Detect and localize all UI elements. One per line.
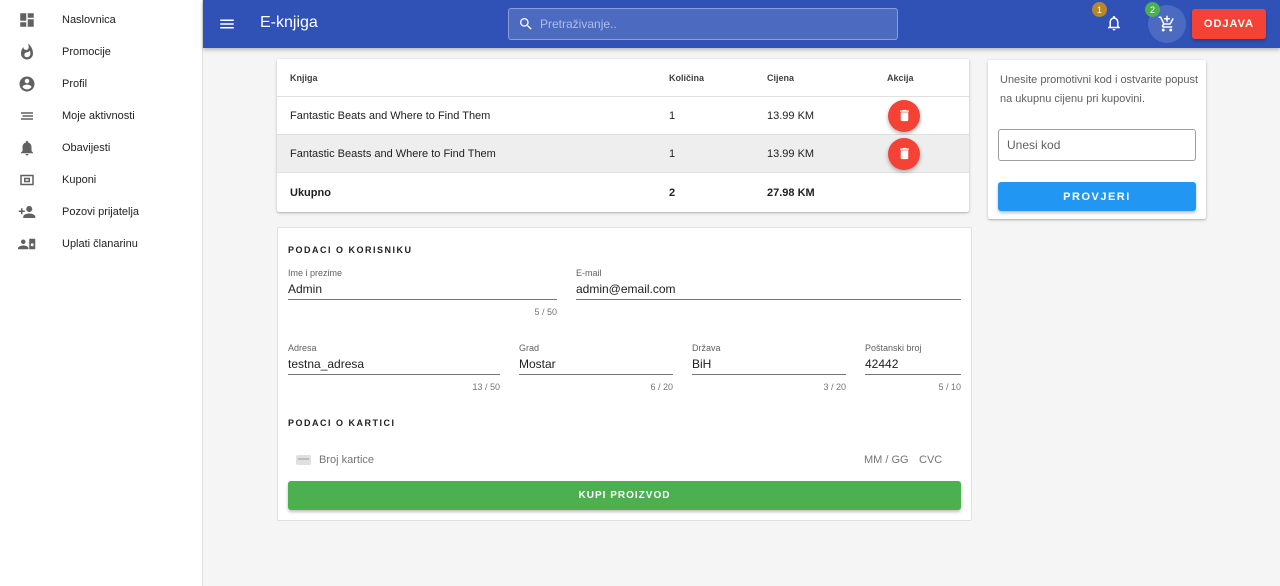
logout-button[interactable]: ODJAVA (1192, 9, 1266, 39)
book-title: Fantastic Beasts and Where to Find Them (290, 147, 496, 160)
book-price: 13.99 KM (767, 147, 815, 160)
column-header-quantity: Količina (669, 72, 705, 83)
bell-outline-icon (1108, 15, 1120, 31)
activity-list-icon (18, 107, 36, 125)
sidebar-item-profil[interactable]: Profil (0, 68, 202, 100)
country-field: Država 3 / 20 (692, 343, 846, 393)
promo-description: Unesite promotivni kod i ostvarite popus… (1000, 74, 1199, 105)
sidebar-item-label: Uplati članarinu (62, 238, 138, 250)
app-title: E-knjiga (260, 14, 318, 31)
postal-code-field: Poštanski broj 5 / 10 (865, 343, 961, 393)
sidebar-item-label: Kuponi (62, 174, 97, 186)
email-field: E-mail (576, 268, 961, 318)
table-row: Fantastic Beats and Where to Find Them 1… (277, 97, 969, 135)
address-field: Adresa 13 / 50 (288, 343, 500, 393)
sidebar-item-kuponi[interactable]: Kuponi (0, 164, 202, 196)
sidebar-item-label: Profil (62, 78, 88, 90)
bell-icon (18, 139, 36, 157)
delete-button[interactable] (888, 137, 920, 170)
city-input[interactable] (519, 353, 673, 375)
card-number-input[interactable] (319, 454, 619, 466)
search-bar[interactable] (508, 8, 898, 40)
sidebar-item-uplati-clanarinu[interactable]: Uplati članarinu (0, 228, 202, 260)
sidebar-item-pozovi-prijatelja[interactable]: Pozovi prijatelja (0, 196, 202, 228)
account-circle-icon (18, 75, 36, 93)
address-label: Adresa (288, 343, 317, 353)
postal-code-label: Poštanski broj (865, 343, 922, 353)
book-price: 13.99 KM (767, 109, 815, 122)
country-input[interactable] (692, 353, 846, 375)
promo-code-card: Unesite promotivni kod i ostvarite popus… (988, 60, 1206, 219)
city-field: Grad 6 / 20 (519, 343, 673, 393)
user-section-title: PODACI O KORISNIKU (288, 245, 413, 255)
name-field: Ime i prezime 5 / 50 (288, 268, 557, 318)
fire-icon (18, 43, 36, 61)
credit-card-icon (296, 455, 311, 465)
name-input[interactable] (288, 278, 557, 300)
name-counter: 5 / 50 (534, 307, 557, 317)
add-person-icon (18, 203, 36, 221)
cart-badge: 2 (1145, 2, 1160, 17)
email-input[interactable] (576, 278, 961, 300)
top-app-bar: E-knjiga 1 2 ODJAVA (203, 0, 1280, 48)
country-label: Država (692, 343, 721, 353)
sidebar-item-label: Naslovnica (62, 14, 116, 26)
address-input[interactable] (288, 353, 500, 375)
total-row: Ukupno 2 27.98 KM (277, 173, 969, 212)
table-header: Knjiga Količina Cijena Akcija (277, 59, 969, 97)
column-header-action: Akcija (887, 72, 914, 83)
sidebar-item-label: Obavijesti (62, 142, 111, 154)
book-title: Fantastic Beats and Where to Find Them (290, 109, 491, 122)
card-section-title: PODACI O KARTICI (288, 418, 396, 428)
promo-code-input[interactable] (998, 129, 1196, 161)
notifications-badge: 1 (1092, 2, 1107, 17)
sidebar-item-label: Promocije (62, 46, 111, 58)
notifications-button[interactable] (1105, 14, 1125, 34)
coupon-icon (18, 171, 36, 189)
menu-icon[interactable] (217, 13, 237, 35)
email-label: E-mail (576, 268, 602, 278)
total-price: 27.98 KM (767, 186, 815, 199)
total-label: Ukupno (290, 186, 331, 199)
cart-icon (1158, 15, 1174, 32)
total-quantity: 2 (669, 186, 676, 199)
sidebar-item-obavijesti[interactable]: Obavijesti (0, 132, 202, 164)
country-counter: 3 / 20 (823, 382, 846, 392)
dashboard-icon (18, 11, 36, 29)
card-expiry-input[interactable]: MM / GG (864, 454, 909, 466)
search-icon (520, 18, 532, 30)
postal-code-input[interactable] (865, 353, 961, 375)
sidebar-item-moje-aktivnosti[interactable]: Moje aktivnosti (0, 100, 202, 132)
checkout-form: PODACI O KORISNIKU Ime i prezime 5 / 50 … (277, 227, 972, 521)
address-counter: 13 / 50 (472, 382, 500, 392)
sidebar-item-naslovnica[interactable]: Naslovnica (0, 4, 202, 36)
sidebar-item-promocije[interactable]: Promocije (0, 36, 202, 68)
buy-product-button[interactable]: KUPI PROIZVOD (288, 481, 961, 510)
city-label: Grad (519, 343, 540, 353)
city-counter: 6 / 20 (650, 382, 673, 392)
card-cvc-input[interactable]: CVC (919, 454, 942, 466)
card-input-row[interactable]: MM / GG CVC (296, 450, 946, 470)
name-label: Ime i prezime (288, 268, 343, 278)
delete-button[interactable] (888, 99, 920, 132)
sidebar-item-label: Moje aktivnosti (62, 110, 135, 122)
search-input[interactable] (540, 17, 880, 31)
book-quantity: 1 (669, 147, 676, 160)
book-quantity: 1 (669, 109, 676, 122)
trash-icon (899, 147, 909, 160)
table-row: Fantastic Beasts and Where to Find Them … (277, 135, 969, 173)
cart-table: Knjiga Količina Cijena Akcija Fantastic … (277, 59, 969, 212)
check-code-button[interactable]: PROVJERI (998, 182, 1196, 211)
column-header-book: Knjiga (290, 72, 318, 83)
membership-payment-icon (18, 235, 36, 253)
column-header-price: Cijena (767, 72, 795, 83)
sidebar-item-label: Pozovi prijatelja (62, 206, 140, 218)
postal-code-counter: 5 / 10 (938, 382, 961, 392)
sidebar: Naslovnica Promocije Profil Moje aktivno… (0, 0, 203, 586)
trash-icon (899, 109, 909, 122)
